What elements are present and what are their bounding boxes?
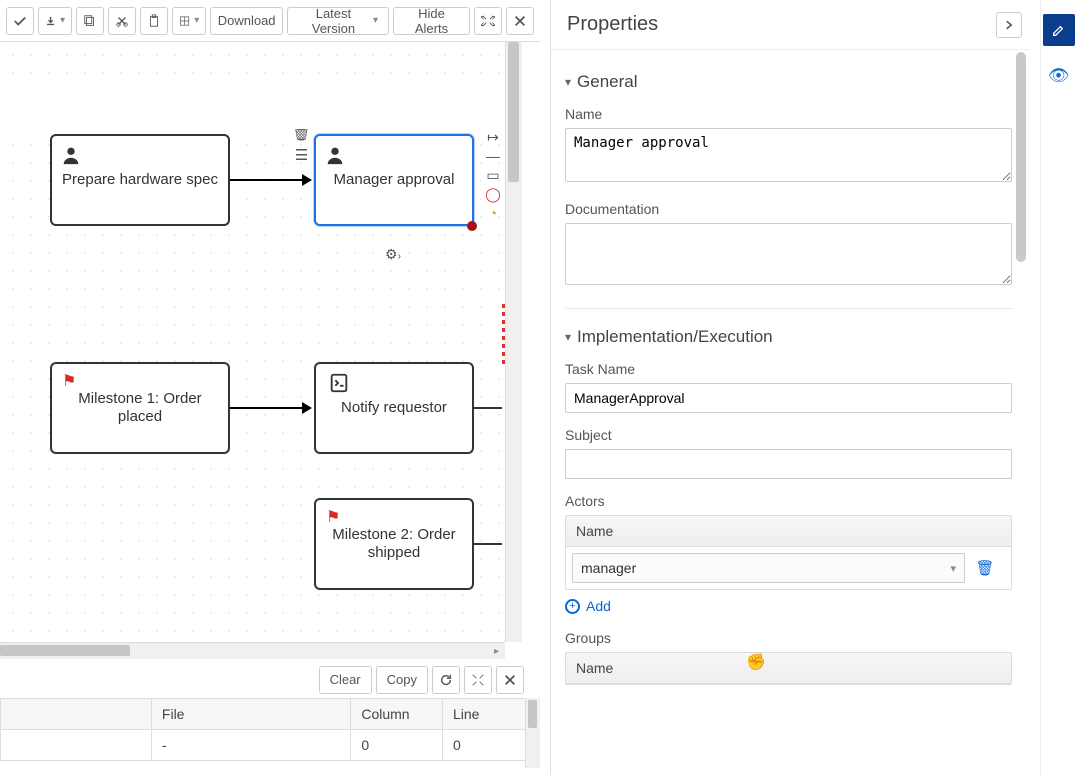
subject-label: Subject (565, 427, 1012, 443)
properties-panel: Properties ▾ General Name Documentation … (550, 0, 1030, 775)
expand-button[interactable] (474, 7, 502, 35)
node-palette: ↦ — ▭ ◯ ◔ (484, 130, 502, 220)
user-task-icon (60, 144, 82, 171)
canvas-horizontal-scrollbar[interactable]: ▸ (0, 642, 505, 659)
node-milestone-1[interactable]: ⚑ Milestone 1: Order placed (50, 362, 230, 454)
user-task-icon (324, 144, 346, 171)
section-general-label: General (577, 72, 637, 92)
milestone-flag-icon: ⚑ (62, 372, 76, 391)
clear-button[interactable]: Clear (319, 666, 372, 694)
grid-menu-button[interactable]: ▾ (172, 7, 206, 35)
palette-connect-icon[interactable]: ↦ (487, 130, 499, 144)
download-button[interactable]: Download (210, 7, 283, 35)
taskname-label: Task Name (565, 361, 1012, 377)
groups-column-name: Name (576, 660, 961, 676)
column-header-file[interactable]: File (151, 699, 350, 730)
right-rail: 👁 (1040, 0, 1076, 775)
actor-select[interactable]: manager ▾ (572, 553, 965, 583)
sequence-flow-stub-2[interactable] (474, 543, 502, 545)
properties-icon[interactable]: ☰ (295, 146, 308, 164)
gears-icon[interactable]: ⚙› (385, 246, 401, 263)
refresh-button[interactable] (432, 666, 460, 694)
name-input[interactable] (565, 128, 1012, 182)
actors-label: Actors (565, 493, 1012, 509)
milestone-flag-icon: ⚑ (326, 508, 340, 527)
chevron-down-icon: ▾ (565, 75, 571, 89)
diagram-canvas[interactable]: Prepare hardware spec Manager approval ⚙… (0, 42, 505, 642)
section-implementation-label: Implementation/Execution (577, 327, 773, 347)
chevron-down-icon: ▾ (565, 330, 571, 344)
copy-button[interactable]: Copy (376, 666, 428, 694)
section-divider (565, 308, 1012, 309)
node-manager-approval[interactable]: Manager approval (314, 134, 474, 226)
selection-handle[interactable] (467, 221, 477, 231)
sequence-flow-2[interactable] (230, 407, 310, 409)
groups-table: Name (565, 652, 1012, 685)
close-button[interactable] (506, 7, 534, 35)
node-prepare-hardware-spec[interactable]: Prepare hardware spec (50, 134, 230, 226)
table-row[interactable]: - 0 0 (1, 730, 540, 761)
documentation-label: Documentation (565, 201, 1012, 217)
problems-scrollbar[interactable] (525, 698, 540, 768)
scroll-right-icon[interactable]: ▸ (488, 643, 505, 660)
expand-problems-button[interactable] (464, 666, 492, 694)
canvas-footer-toolbar: Clear Copy (0, 662, 540, 696)
hide-alerts-button[interactable]: Hide Alerts (393, 7, 470, 35)
column-header-column[interactable]: Column (351, 699, 443, 730)
node-milestone-2[interactable]: ⚑ Milestone 2: Order shipped (314, 498, 474, 590)
section-general-header[interactable]: ▾ General (565, 72, 1012, 92)
latest-version-label: Latest Version (298, 6, 369, 36)
editor-toolbar: ▾ ▾ Download Latest Version ▾ Hide Alert… (0, 0, 540, 42)
sequence-flow-1[interactable] (230, 179, 310, 181)
script-task-icon (328, 372, 350, 399)
node-label: Manager approval (334, 171, 455, 189)
edit-mode-button[interactable] (1043, 14, 1075, 46)
cut-icon-button[interactable] (108, 7, 136, 35)
palette-line-icon[interactable]: — (486, 149, 500, 163)
problems-panel: File Column Line - 0 0 (0, 698, 540, 761)
collapse-panel-button[interactable] (996, 12, 1022, 38)
node-context-toolbar: 🗑 ☰ (292, 124, 311, 164)
actors-table: Name manager ▾ 🗑 (565, 515, 1012, 590)
chevron-down-icon: ▾ (950, 562, 956, 575)
latest-version-button[interactable]: Latest Version ▾ (287, 7, 389, 35)
preview-button[interactable]: 👁 (1048, 66, 1070, 86)
validate-button[interactable] (6, 7, 34, 35)
cell-column: 0 (351, 730, 443, 761)
canvas-vertical-scrollbar[interactable] (505, 42, 522, 642)
groups-label: Groups (565, 630, 1012, 646)
sequence-flow-stub-1[interactable] (474, 407, 502, 409)
diagram-canvas-area: Prepare hardware spec Manager approval ⚙… (0, 42, 540, 662)
add-actor-button[interactable]: + Add (565, 598, 611, 614)
actors-column-name: Name (576, 523, 961, 539)
problems-table: File Column Line - 0 0 (0, 698, 540, 761)
cell-file: - (151, 730, 350, 761)
close-problems-button[interactable] (496, 666, 524, 694)
node-label: Notify requestor (341, 399, 447, 417)
palette-end-event-icon[interactable]: ◯ (485, 187, 501, 201)
node-notify-requestor[interactable]: Notify requestor (314, 362, 474, 454)
taskname-input[interactable] (565, 383, 1012, 413)
node-label: Prepare hardware spec (62, 171, 218, 189)
node-label: Milestone 1: Order placed (60, 390, 220, 426)
properties-title: Properties (567, 13, 658, 36)
name-label: Name (565, 106, 1012, 122)
properties-scrollbar[interactable] (1016, 52, 1028, 752)
subject-input[interactable] (565, 449, 1012, 479)
documentation-input[interactable] (565, 223, 1012, 285)
plus-icon: + (565, 599, 580, 614)
section-implementation-header[interactable]: ▾ Implementation/Execution (565, 327, 1012, 347)
delete-actor-button[interactable]: 🗑 (965, 559, 1005, 577)
palette-task-icon[interactable]: ▭ (486, 168, 499, 182)
actor-select-value: manager (581, 560, 636, 576)
copy-icon-button[interactable] (76, 7, 104, 35)
download-icon-button[interactable]: ▾ (38, 7, 72, 35)
node-label: Milestone 2: Order shipped (324, 526, 464, 562)
actor-row: manager ▾ 🗑 (566, 547, 1011, 589)
paste-icon-button[interactable] (140, 7, 168, 35)
add-label: Add (586, 598, 611, 614)
palette-timer-icon[interactable]: ◔ (489, 206, 497, 220)
